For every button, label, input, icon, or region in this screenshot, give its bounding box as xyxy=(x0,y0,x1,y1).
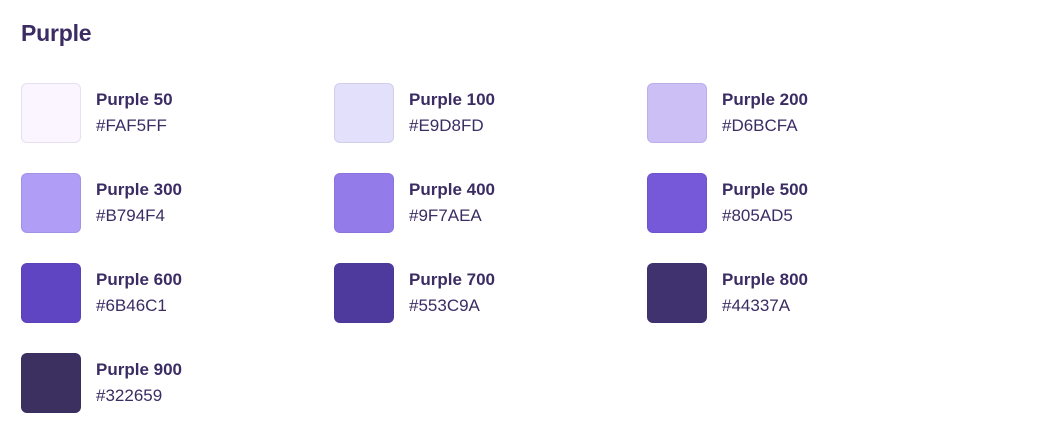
swatch-item-purple-400: Purple 400 #9F7AEA xyxy=(334,173,647,263)
swatch-name: Purple 700 xyxy=(409,270,495,289)
swatch-hex-code: #B794F4 xyxy=(96,206,165,225)
swatch-text: Purple 700 #553C9A xyxy=(409,263,495,317)
swatch-text: Purple 400 #9F7AEA xyxy=(409,173,495,227)
swatch-text: Purple 50 #FAF5FF xyxy=(96,83,173,137)
color-swatch xyxy=(334,83,394,143)
color-swatch xyxy=(647,83,707,143)
swatch-name: Purple 600 xyxy=(96,270,182,289)
swatch-item-purple-800: Purple 800 #44337A xyxy=(647,263,960,353)
swatch-text: Purple 100 #E9D8FD xyxy=(409,83,495,137)
swatch-hex-code: #553C9A xyxy=(409,296,480,315)
swatch-item-purple-600: Purple 600 #6B46C1 xyxy=(21,263,334,353)
color-swatch xyxy=(647,263,707,323)
swatch-item-purple-500: Purple 500 #805AD5 xyxy=(647,173,960,263)
swatch-text: Purple 500 #805AD5 xyxy=(722,173,808,227)
color-swatch xyxy=(334,263,394,323)
swatch-text: Purple 300 #B794F4 xyxy=(96,173,182,227)
swatch-name: Purple 500 xyxy=(722,180,808,199)
swatch-hex-code: #9F7AEA xyxy=(409,206,482,225)
swatch-item-purple-200: Purple 200 #D6BCFA xyxy=(647,83,960,173)
swatch-grid: Purple 50 #FAF5FF Purple 100 #E9D8FD Pur… xyxy=(21,83,960,425)
swatch-hex-code: #FAF5FF xyxy=(96,116,167,135)
swatch-hex-code: #805AD5 xyxy=(722,206,793,225)
color-swatch xyxy=(21,83,81,143)
swatch-item-purple-300: Purple 300 #B794F4 xyxy=(21,173,334,263)
color-swatch xyxy=(334,173,394,233)
color-swatch xyxy=(21,173,81,233)
swatch-item-purple-900: Purple 900 #322659 xyxy=(21,353,334,425)
swatch-item-purple-50: Purple 50 #FAF5FF xyxy=(21,83,334,173)
swatch-hex-code: #D6BCFA xyxy=(722,116,798,135)
swatch-name: Purple 200 xyxy=(722,90,808,109)
swatch-name: Purple 100 xyxy=(409,90,495,109)
swatch-name: Purple 800 xyxy=(722,270,808,289)
swatch-name: Purple 50 xyxy=(96,90,173,109)
swatch-name: Purple 300 xyxy=(96,180,182,199)
swatch-text: Purple 800 #44337A xyxy=(722,263,808,317)
color-swatch xyxy=(21,263,81,323)
swatch-name: Purple 900 xyxy=(96,360,182,379)
swatch-name: Purple 400 xyxy=(409,180,495,199)
swatch-text: Purple 600 #6B46C1 xyxy=(96,263,182,317)
swatch-hex-code: #44337A xyxy=(722,296,791,315)
swatch-text: Purple 200 #D6BCFA xyxy=(722,83,808,137)
page-title: Purple xyxy=(21,20,92,46)
swatch-hex-code: #322659 xyxy=(96,386,163,405)
swatch-item-purple-100: Purple 100 #E9D8FD xyxy=(334,83,647,173)
swatch-item-purple-700: Purple 700 #553C9A xyxy=(334,263,647,353)
swatch-hex-code: #6B46C1 xyxy=(96,296,167,315)
swatch-text: Purple 900 #322659 xyxy=(96,353,182,407)
color-swatch xyxy=(647,173,707,233)
color-swatch xyxy=(21,353,81,413)
swatch-hex-code: #E9D8FD xyxy=(409,116,484,135)
